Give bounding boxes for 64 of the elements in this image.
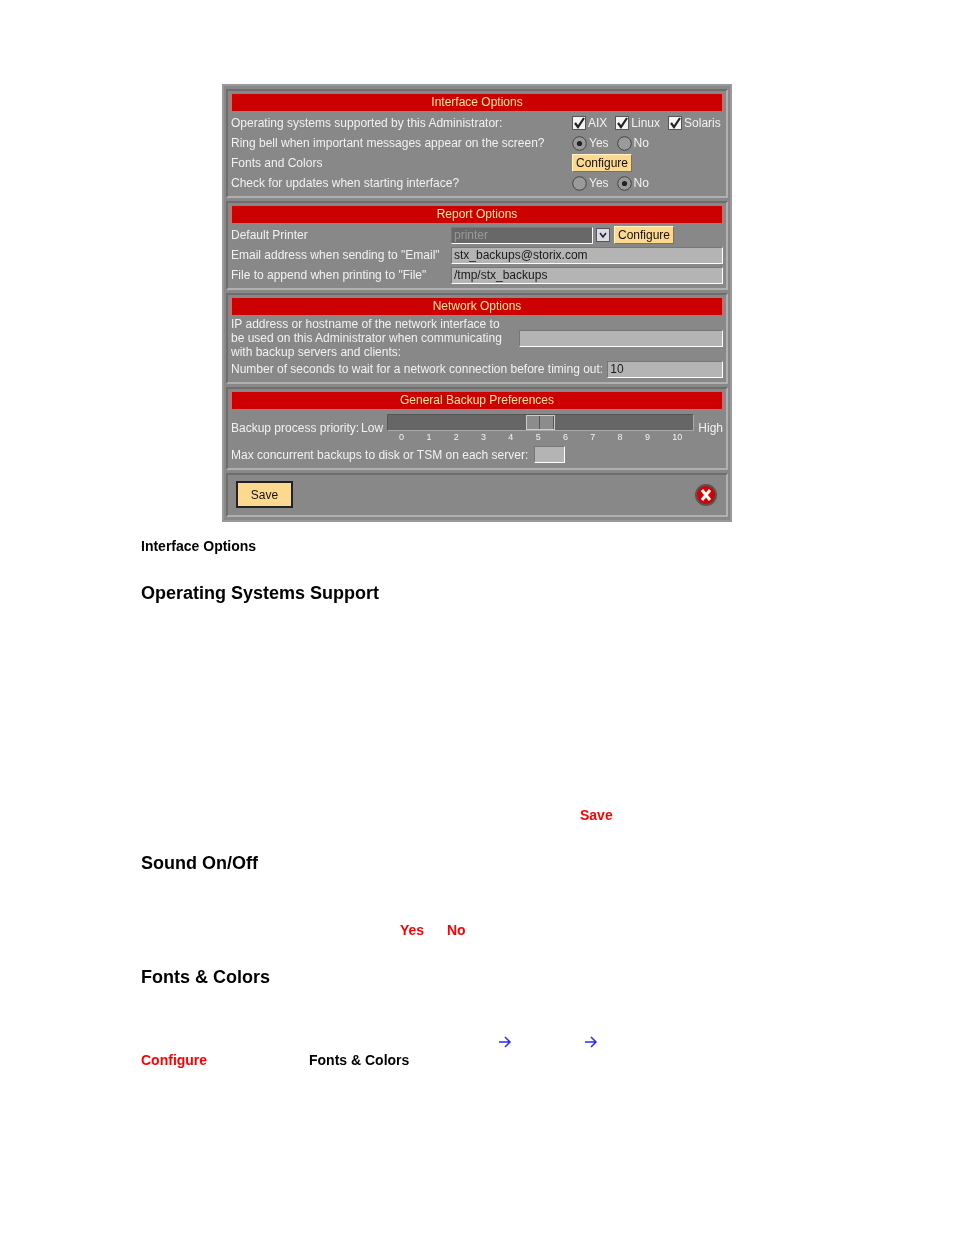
arrow-icon bbox=[498, 1035, 512, 1048]
checkbox-label[interactable]: Solaris bbox=[684, 114, 721, 132]
field-label: Operating systems supported by this Administrator: bbox=[231, 116, 504, 130]
field-label: Default Printer bbox=[231, 228, 309, 242]
input-field[interactable]: 10 bbox=[607, 360, 723, 378]
keyword-text: Configure bbox=[141, 1051, 209, 1068]
checkbox-label[interactable]: Linux bbox=[631, 114, 661, 132]
checkbox[interactable] bbox=[615, 116, 630, 130]
radio-button[interactable] bbox=[616, 175, 632, 191]
radio-button[interactable] bbox=[572, 175, 587, 191]
checkbox-label[interactable]: AIX bbox=[588, 114, 608, 132]
field-label: File to append when printing to "File" bbox=[231, 268, 428, 282]
tick-label: 0 bbox=[399, 431, 405, 444]
radio-label[interactable]: Yes bbox=[589, 174, 609, 192]
low-label: Low bbox=[361, 421, 384, 435]
tick-label: 4 bbox=[508, 431, 514, 444]
tick-label: 8 bbox=[617, 431, 623, 444]
field-label: Fonts and Colors bbox=[231, 156, 324, 170]
field-label: Number of seconds to wait for a network connection before timing out: bbox=[231, 362, 604, 376]
tick-label: 10 bbox=[672, 431, 683, 444]
input-field[interactable]: /tmp/stx_backups bbox=[451, 266, 723, 284]
dropdown-caret-icon[interactable] bbox=[596, 228, 610, 242]
slider-thumb[interactable] bbox=[525, 415, 555, 430]
tick-label: 9 bbox=[644, 431, 650, 444]
high-label: High bbox=[698, 421, 723, 435]
arrow-icon bbox=[584, 1035, 598, 1048]
section-heading: Sound On/Off bbox=[141, 851, 259, 874]
field-label: Check for updates when starting interface? bbox=[231, 176, 461, 190]
field-label: Email address when sending to "Email" bbox=[231, 248, 441, 262]
field-label: Backup process priority: bbox=[231, 421, 360, 435]
keyword-text: Save bbox=[580, 806, 614, 823]
figure-caption: Interface Options bbox=[141, 537, 258, 554]
radio-label[interactable]: No bbox=[633, 174, 649, 192]
section-header: Interface Options bbox=[231, 93, 723, 112]
tick-label: 6 bbox=[562, 431, 568, 444]
tick-label: 1 bbox=[426, 431, 432, 444]
checkbox[interactable] bbox=[668, 116, 683, 130]
keyword-text: Fonts & Colors bbox=[309, 1051, 411, 1068]
radio-label[interactable]: Yes bbox=[589, 134, 609, 152]
keyword-text: No bbox=[447, 921, 467, 938]
tick-label: 7 bbox=[590, 431, 596, 444]
keyword-text: Yes bbox=[400, 921, 426, 938]
section-header: Network Options bbox=[231, 297, 723, 316]
tick-label: 3 bbox=[481, 431, 487, 444]
section-header: Report Options bbox=[231, 205, 723, 224]
section-heading: Operating Systems Support bbox=[141, 581, 381, 604]
tick-label: 2 bbox=[453, 431, 459, 444]
field-label: Ring bell when important messages appear on the screen? bbox=[231, 136, 546, 150]
tick-label: 5 bbox=[535, 431, 541, 444]
input-field[interactable]: stx_backups@storix.com bbox=[451, 246, 723, 264]
section-heading: Fonts & Colors bbox=[141, 965, 271, 988]
field-label: IP address or hostname of the network interface to be used on this Administrator when communicating with backup servers and clients: bbox=[231, 317, 503, 359]
slider-track[interactable] bbox=[387, 414, 695, 431]
save-button[interactable]: Save bbox=[236, 481, 293, 508]
configure-button[interactable]: Configure bbox=[572, 154, 633, 172]
section-header: General Backup Preferences bbox=[231, 391, 723, 410]
radio-label[interactable]: No bbox=[633, 134, 649, 152]
radio-button[interactable] bbox=[572, 135, 587, 151]
input-field[interactable] bbox=[534, 446, 566, 463]
radio-button[interactable] bbox=[616, 135, 632, 151]
close-icon[interactable] bbox=[694, 482, 718, 507]
checkbox[interactable] bbox=[572, 116, 586, 130]
input-field[interactable] bbox=[519, 329, 723, 347]
field-label: Max concurrent backups to disk or TSM on each server: bbox=[231, 447, 529, 462]
